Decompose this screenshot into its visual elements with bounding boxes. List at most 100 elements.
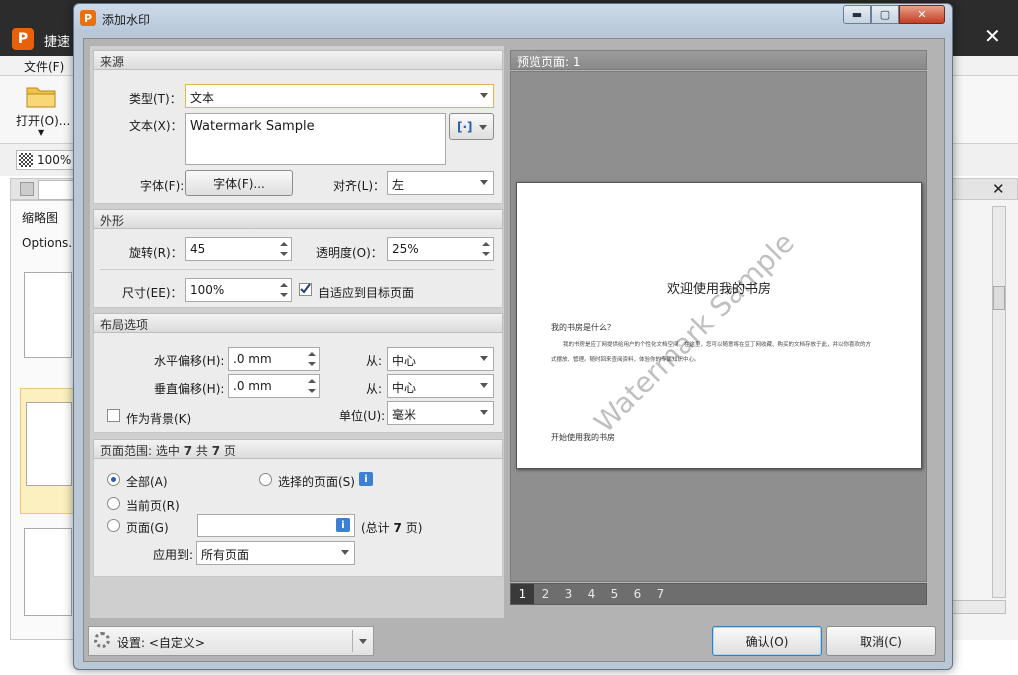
dialog-title: 添加水印: [102, 13, 151, 27]
settings-select[interactable]: 设置: <自定义>: [88, 626, 374, 656]
apply-to-select[interactable]: 所有页面: [196, 541, 355, 565]
unit-select[interactable]: 毫米: [387, 401, 494, 425]
chevron-down-icon: [341, 550, 349, 555]
h-from-select[interactable]: 中心: [387, 347, 494, 371]
pages-input[interactable]: [197, 514, 355, 537]
fit-to-page-checkbox[interactable]: [299, 283, 312, 296]
appearance-section-header: 外形: [93, 209, 503, 229]
font-button[interactable]: 字体(F)...: [185, 170, 293, 196]
spin-down-icon[interactable]: [308, 389, 316, 393]
minimize-button[interactable]: ▬: [843, 5, 871, 24]
panel-close-icon[interactable]: ✕: [992, 180, 1005, 198]
open-button[interactable]: 打开(O)...: [16, 112, 70, 129]
spin-up-icon[interactable]: [482, 242, 490, 246]
spin-down-icon[interactable]: [308, 362, 316, 366]
folder-icon[interactable]: [26, 84, 56, 108]
type-select-value: 文本: [190, 91, 215, 105]
preview-page-4[interactable]: 4: [580, 584, 603, 604]
font-label: 字体(F):: [140, 179, 185, 193]
opacity-label: 透明度(O)：: [316, 246, 383, 260]
maximize-button[interactable]: ▢: [871, 5, 899, 24]
type-select[interactable]: 文本: [185, 84, 494, 108]
close-button[interactable]: ✕: [899, 5, 945, 24]
chevron-down-icon: [480, 356, 488, 361]
spin-down-icon[interactable]: [482, 252, 490, 256]
opacity-stepper[interactable]: 25%: [387, 237, 494, 261]
chevron-down-icon: [480, 180, 488, 185]
all-pages-label: 全部(A): [126, 475, 168, 489]
background-label: 作为背景(K): [126, 412, 192, 426]
h-from-value: 中心: [392, 354, 417, 368]
v-from-select[interactable]: 中心: [387, 374, 494, 398]
info-icon[interactable]: i: [336, 518, 350, 532]
preview-page-6[interactable]: 6: [626, 584, 649, 604]
preview-header: 预览页面: 1: [510, 50, 927, 70]
page-thumbnail[interactable]: [24, 272, 72, 358]
rotation-stepper[interactable]: 45: [185, 237, 292, 261]
chevron-down-icon: [480, 410, 488, 415]
insert-field-button[interactable]: [·]: [449, 113, 494, 140]
page-thumbnail[interactable]: [24, 528, 72, 616]
horizontal-scrollbar[interactable]: [952, 600, 1006, 614]
background-checkbox[interactable]: [107, 409, 120, 422]
preview-doc-question: 我的书房是什么？: [551, 323, 615, 332]
pages-radio[interactable]: [107, 519, 120, 532]
page-range-selected: 7: [183, 444, 193, 458]
panel-tab-active[interactable]: [38, 180, 78, 200]
preview-page-5[interactable]: 5: [603, 584, 626, 604]
layout-section-header: 布局选项: [93, 313, 503, 333]
cancel-button[interactable]: 取消(C): [826, 626, 936, 656]
panel-tab-icon[interactable]: [20, 182, 34, 196]
page-range-total: 7: [211, 444, 221, 458]
document-area: [952, 200, 1018, 640]
preview-page-3[interactable]: 3: [557, 584, 580, 604]
preview-page-7[interactable]: 7: [649, 584, 672, 604]
spin-down-icon[interactable]: [280, 293, 288, 297]
total-value: 7: [393, 521, 402, 535]
page-range-section-header: 页面范围: 选中 7 共 7 页: [93, 439, 503, 459]
chevron-down-icon[interactable]: ▼: [38, 128, 44, 137]
chevron-down-icon: [480, 93, 488, 98]
watermark-text-input[interactable]: Watermark Sample: [185, 113, 446, 165]
spin-up-icon[interactable]: [308, 352, 316, 356]
vertical-scrollbar[interactable]: [992, 206, 1006, 598]
unit-label: 单位(U):: [339, 409, 386, 423]
spin-down-icon[interactable]: [280, 252, 288, 256]
ok-button[interactable]: 确认(O): [712, 626, 822, 656]
h-offset-stepper[interactable]: .0 mm: [228, 347, 320, 371]
file-menu[interactable]: 文件(F): [24, 58, 64, 75]
v-offset-stepper[interactable]: .0 mm: [228, 374, 320, 398]
preview-doc-line1: 我的书房是应丁网提供给用户的个性化文档空间。在这里，您可以随意将在豆丁网收藏、购…: [563, 342, 872, 348]
page-thumbnail[interactable]: [26, 402, 72, 486]
checkmark-icon: [300, 283, 311, 294]
spin-up-icon[interactable]: [308, 379, 316, 383]
v-offset-label: 垂直偏移(H):: [154, 382, 225, 396]
dialog-titlebar[interactable]: [74, 4, 952, 32]
preview-page-1[interactable]: 1: [511, 584, 534, 604]
app-close-icon[interactable]: ✕: [984, 24, 1001, 48]
selected-pages-radio[interactable]: [259, 473, 272, 486]
type-label: 类型(T)：: [129, 92, 182, 106]
all-pages-radio[interactable]: [107, 473, 120, 486]
app-title: 捷速: [44, 35, 71, 50]
options-button[interactable]: Options...: [22, 236, 80, 250]
current-page-label: 当前页(R): [126, 499, 180, 513]
app-logo-icon: P: [12, 28, 34, 50]
current-page-radio[interactable]: [107, 497, 120, 510]
chevron-down-icon: [359, 639, 367, 644]
align-select[interactable]: 左: [387, 171, 494, 195]
chevron-down-icon: [480, 383, 488, 388]
apply-to-value: 所有页面: [201, 548, 250, 562]
unit-value: 毫米: [392, 408, 417, 422]
settings-value: 设置: <自定义>: [117, 636, 205, 650]
spin-up-icon[interactable]: [280, 283, 288, 287]
scrollbar-thumb[interactable]: [993, 286, 1005, 310]
align-select-value: 左: [392, 178, 405, 192]
gear-icon: [94, 632, 110, 648]
size-stepper[interactable]: 100%: [185, 278, 292, 302]
spin-up-icon[interactable]: [280, 242, 288, 246]
info-icon[interactable]: i: [359, 472, 373, 486]
total-suffix: 页): [405, 521, 423, 535]
preview-page-2[interactable]: 2: [534, 584, 557, 604]
page-range-mid: 共: [195, 444, 208, 458]
